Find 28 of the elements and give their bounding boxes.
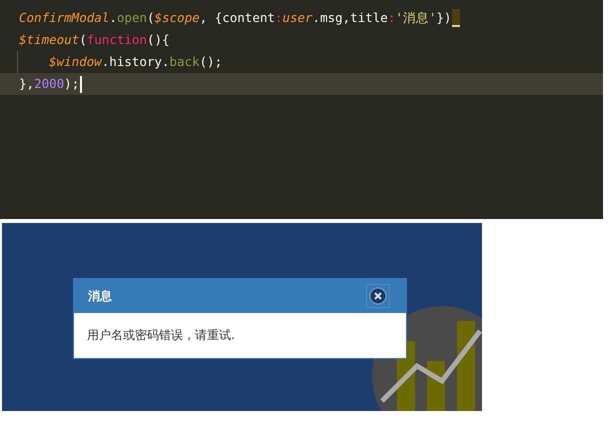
code-token: ( [79, 31, 87, 49]
code-token: }, [19, 75, 34, 93]
code-token: : [388, 9, 396, 27]
code-token: open [116, 9, 147, 27]
close-button[interactable] [366, 284, 390, 308]
code-token: $timeout [19, 31, 80, 49]
code-token: $window [49, 53, 102, 71]
code-token: back [169, 53, 200, 71]
code-token: , {content [200, 9, 275, 27]
code-token: .history. [102, 53, 170, 71]
code-token: ); [64, 75, 80, 93]
code-token: ( [146, 9, 154, 27]
code-token: }) [436, 9, 452, 27]
dialog-title: 消息 [88, 288, 112, 304]
code-token: user [282, 9, 313, 27]
code-token: function [86, 31, 147, 49]
code-token: ConfirmModal [19, 9, 110, 27]
code-token: (){ [146, 31, 170, 49]
code-token: $scope [154, 9, 200, 27]
code-editor[interactable]: ConfirmModal.open($scope, {content:user.msg,title:'消息'}) $timeout(function(){ $window.history.back(); },2000); [0, 0, 603, 219]
text-cursor [80, 76, 82, 92]
code-token: : [274, 9, 282, 27]
code-token: .msg,title [312, 9, 388, 27]
code-token: . [109, 9, 117, 27]
code-token: '消息' [395, 9, 436, 27]
dialog-message: 用户名或密码错误，请重试. [87, 328, 235, 342]
code-token: 2000 [34, 75, 64, 93]
code-token: (); [200, 53, 222, 71]
